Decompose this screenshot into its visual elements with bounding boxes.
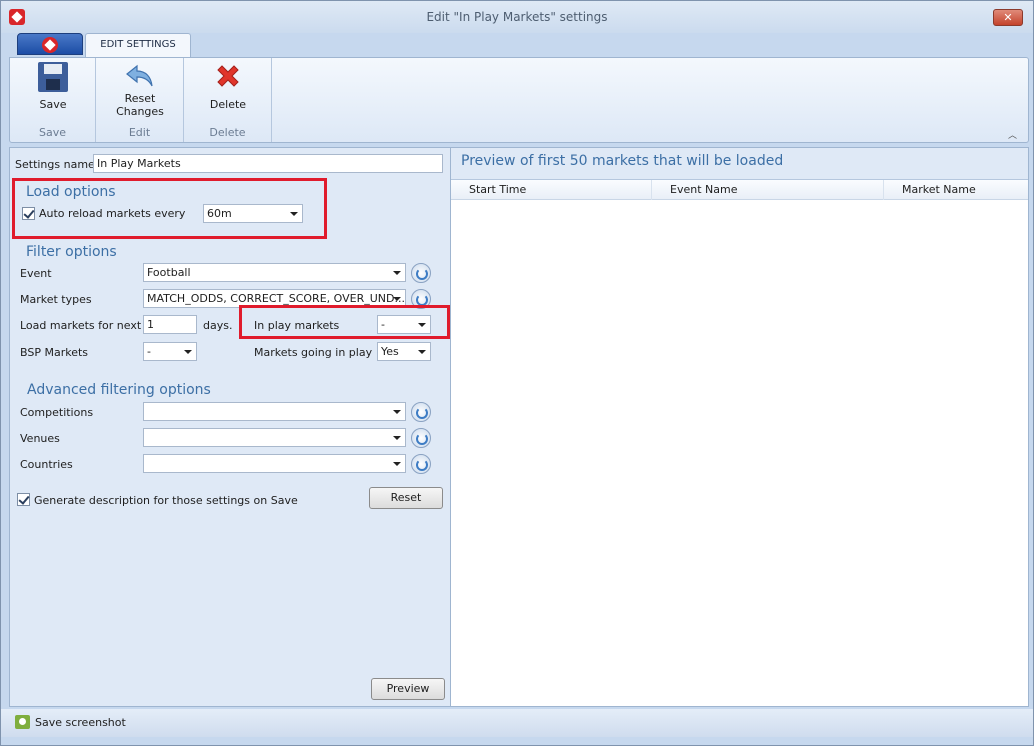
column-event-name[interactable]: Event Name: [651, 180, 883, 200]
ribbon-group-edit: Reset Changes Edit: [96, 58, 184, 142]
preview-title: Preview of first 50 markets that will be…: [461, 153, 784, 169]
event-label: Event: [20, 267, 52, 280]
collapse-ribbon-icon[interactable]: ︿: [1008, 128, 1018, 141]
ribbon-group-save: Save Save: [10, 58, 96, 142]
preview-pane: Preview of first 50 markets that will be…: [451, 148, 1028, 706]
market-types-value: MATCH_ODDS, CORRECT_SCORE, OVER_UND...: [147, 292, 405, 305]
venues-label: Venues: [20, 432, 60, 445]
preview-button[interactable]: Preview: [371, 678, 445, 700]
preview-grid[interactable]: Start Time Event Name Market Name: [451, 179, 1028, 706]
countries-select[interactable]: [143, 454, 406, 473]
load-next-label: Load markets for next: [20, 319, 142, 332]
competitions-label: Competitions: [20, 406, 94, 419]
market-types-label: Market types: [20, 293, 92, 306]
chevron-down-icon: [393, 436, 401, 440]
bsp-markets-label: BSP Markets: [20, 346, 89, 359]
generate-description-label: Generate description for those settings …: [34, 494, 298, 507]
going-in-play-select[interactable]: Yes: [377, 342, 431, 361]
undo-arrow-icon: [125, 62, 155, 92]
bsp-markets-select[interactable]: -: [143, 342, 197, 361]
column-market-name[interactable]: Market Name: [883, 180, 1028, 200]
camera-icon[interactable]: [15, 715, 30, 729]
ribbon-group-label-save: Save: [38, 126, 66, 139]
delete-button-label: Delete: [209, 98, 247, 111]
settings-window: Edit "In Play Markets" settings ✕ EDIT S…: [0, 0, 1034, 746]
column-start-time[interactable]: Start Time: [451, 180, 651, 200]
ribbon: Save Save Reset Changes Edit Delete Dele…: [9, 57, 1029, 143]
load-next-days-input[interactable]: 1: [143, 315, 197, 334]
chevron-down-icon: [393, 462, 401, 466]
reset-changes-label: Reset Changes: [116, 92, 164, 118]
status-bar: Save screenshot: [1, 709, 1033, 737]
countries-label: Countries: [20, 458, 73, 471]
close-button[interactable]: ✕: [993, 9, 1023, 26]
app-menu-button[interactable]: [17, 33, 83, 55]
tab-edit-settings[interactable]: EDIT SETTINGS: [85, 33, 191, 57]
chevron-down-icon: [393, 271, 401, 275]
reset-button[interactable]: Reset: [369, 487, 443, 509]
red-x-icon: [213, 62, 243, 92]
chevron-down-icon: [393, 297, 401, 301]
filter-options-title: Filter options: [26, 244, 117, 260]
load-options-highlight: [12, 178, 327, 239]
event-select[interactable]: Football: [143, 263, 406, 282]
window-title: Edit "In Play Markets" settings: [426, 10, 608, 24]
competitions-select[interactable]: [143, 402, 406, 421]
venues-select[interactable]: [143, 428, 406, 447]
ribbon-group-label-edit: Edit: [128, 126, 151, 139]
floppy-disk-icon: [38, 62, 68, 92]
ribbon-group-delete: Delete Delete: [184, 58, 272, 142]
bsp-markets-value: -: [147, 345, 151, 358]
title-bar[interactable]: Edit "In Play Markets" settings ✕: [1, 1, 1033, 33]
refresh-competitions-icon[interactable]: [411, 402, 431, 422]
delete-button[interactable]: Delete: [192, 62, 264, 111]
advanced-filtering-title: Advanced filtering options: [27, 382, 211, 398]
generate-description-checkbox[interactable]: [17, 493, 30, 506]
chevron-down-icon: [393, 410, 401, 414]
refresh-countries-icon[interactable]: [411, 454, 431, 474]
ribbon-tabstrip: EDIT SETTINGS: [9, 33, 1029, 57]
refresh-event-icon[interactable]: [411, 263, 431, 283]
chevron-down-icon: [184, 350, 192, 354]
ribbon-group-label-delete: Delete: [209, 126, 246, 139]
content-area: Settings name In Play Markets Load optio…: [9, 147, 1029, 707]
refresh-venues-icon[interactable]: [411, 428, 431, 448]
going-in-play-label: Markets going in play: [254, 346, 373, 359]
save-button[interactable]: Save: [18, 62, 88, 111]
grid-header: Start Time Event Name Market Name: [451, 180, 1028, 200]
settings-pane: Settings name In Play Markets Load optio…: [10, 148, 451, 706]
event-value: Football: [147, 266, 191, 279]
reset-changes-button[interactable]: Reset Changes: [102, 62, 178, 118]
settings-name-input[interactable]: In Play Markets: [93, 154, 443, 173]
save-screenshot-link[interactable]: Save screenshot: [35, 716, 126, 729]
chevron-down-icon: [418, 350, 426, 354]
going-in-play-value: Yes: [381, 345, 399, 358]
save-button-label: Save: [39, 98, 67, 111]
settings-name-label: Settings name: [15, 158, 95, 171]
app-menu-logo-icon: [42, 37, 58, 53]
days-label: days.: [203, 319, 233, 332]
in-play-highlight: [239, 305, 450, 339]
